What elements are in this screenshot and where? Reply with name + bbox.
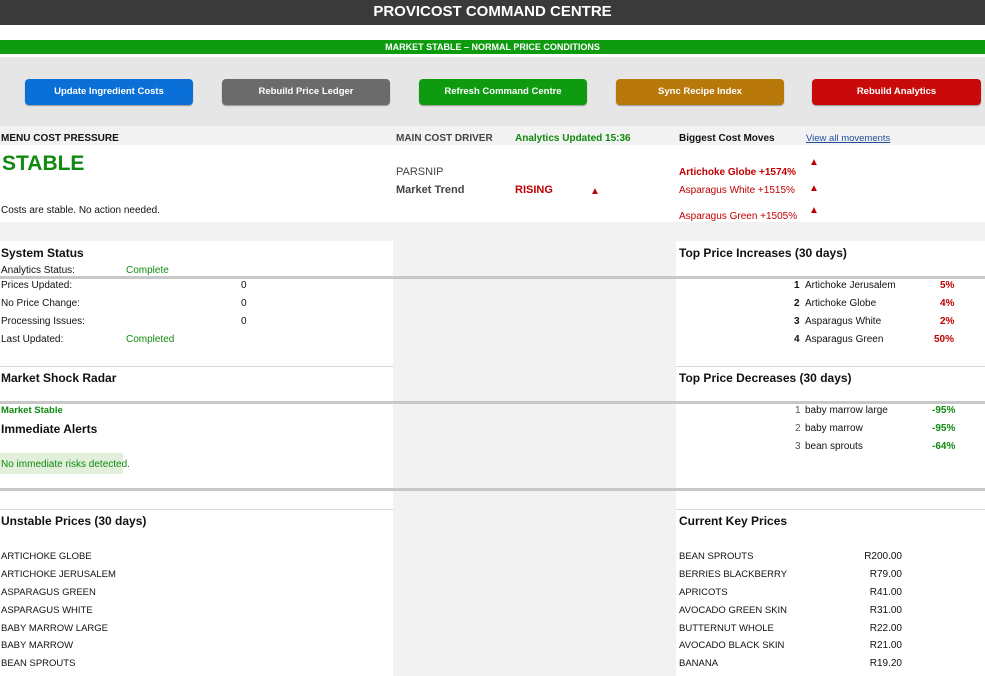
market-status-banner: MARKET STABLE – NORMAL PRICE CONDITIONS [0, 40, 985, 54]
price-value: R22.00 [869, 623, 902, 634]
trend-up-icon: ▲ [590, 186, 600, 197]
price-item-name: BANANA [679, 658, 719, 669]
status-label: No Price Change: [1, 298, 80, 309]
pct-change: -95% [932, 405, 956, 416]
refresh-command-centre-button[interactable]: Refresh Command Centre [419, 79, 587, 105]
status-label: Prices Updated: [1, 280, 73, 291]
price-item-name: APRICOTS [679, 587, 728, 598]
market-shock-radar-header: Market Shock Radar [1, 371, 117, 385]
price-item-name: AVOCADO BLACK SKIN [679, 640, 785, 651]
market-trend-value: RISING [515, 184, 553, 196]
list-item: ASPARAGUS GREEN [1, 587, 96, 598]
system-status-header: System Status [1, 246, 84, 260]
menu-cost-pressure-header: MENU COST PRESSURE [1, 133, 119, 144]
pressure-value: STABLE [2, 152, 85, 175]
list-item: ARTICHOKE GLOBE [1, 551, 92, 562]
top-increases-header: Top Price Increases (30 days) [679, 246, 847, 260]
up-arrow-icon: ▲ [809, 205, 819, 216]
analytics-updated-text: Analytics Updated 15:36 [515, 133, 631, 144]
cost-move-item: Asparagus Green +1505% [679, 211, 798, 222]
divider [0, 366, 393, 367]
ingredient-name: Artichoke Globe [805, 298, 877, 309]
cost-move-item: Artichoke Globe +1574% [679, 167, 796, 178]
ingredient-name: Artichoke Jerusalem [805, 280, 896, 291]
center-gray-column [393, 241, 676, 676]
pressure-note: Costs are stable. No action needed. [1, 205, 160, 216]
status-label: Last Updated: [1, 334, 64, 345]
rebuild-price-ledger-button[interactable]: Rebuild Price Ledger [222, 79, 390, 105]
status-value: 0 [241, 316, 247, 327]
divider [676, 366, 985, 367]
current-key-prices-header: Current Key Prices [679, 514, 788, 528]
rank: 2 [794, 298, 800, 309]
pct-change: 50% [934, 334, 955, 345]
ingredient-name: Asparagus Green [805, 334, 884, 345]
market-trend-label: Market Trend [396, 184, 465, 196]
top-decreases-header: Top Price Decreases (30 days) [679, 371, 852, 385]
up-arrow-icon: ▲ [809, 183, 819, 194]
divider [676, 509, 985, 510]
status-value: 0 [241, 298, 247, 309]
status-label: Processing Issues: [1, 316, 85, 327]
up-arrow-icon: ▲ [809, 157, 819, 168]
immediate-alerts-header: Immediate Alerts [1, 422, 98, 436]
rebuild-analytics-button[interactable]: Rebuild Analytics [812, 79, 981, 105]
pct-change: 4% [940, 298, 955, 309]
status-value: Completed [126, 334, 175, 345]
price-item-name: BUTTERNUT WHOLE [679, 623, 774, 634]
status-value: Complete [126, 265, 169, 276]
divider [0, 276, 985, 279]
ingredient-name: baby marrow [805, 423, 863, 434]
main-cost-driver-header: MAIN COST DRIVER [396, 133, 493, 144]
divider [0, 401, 985, 404]
driver-item: PARSNIP [396, 166, 444, 178]
price-item-name: BERRIES BLACKBERRY [679, 569, 788, 580]
list-item: BABY MARROW [1, 640, 74, 651]
pct-change: 2% [940, 316, 955, 327]
app-title: PROVICOST COMMAND CENTRE [0, 0, 985, 25]
sync-recipe-index-button[interactable]: Sync Recipe Index [616, 79, 784, 105]
rank: 4 [794, 334, 800, 345]
radar-status: Market Stable [1, 405, 63, 416]
rank: 1 [794, 280, 800, 291]
rank: 1 [795, 405, 801, 416]
price-value: R79.00 [869, 569, 902, 580]
status-label: Analytics Status: [1, 265, 75, 276]
list-item: BEAN SPROUTS [1, 658, 76, 669]
ingredient-name: bean sprouts [805, 441, 863, 452]
ingredient-name: Asparagus White [805, 316, 882, 327]
price-value: R31.00 [869, 605, 902, 616]
rank: 3 [794, 316, 800, 327]
rank: 2 [795, 423, 801, 434]
pct-change: -95% [932, 423, 956, 434]
biggest-cost-moves-header: Biggest Cost Moves [679, 133, 775, 144]
list-item: ARTICHOKE JERUSALEM [1, 569, 116, 580]
cost-move-item: Asparagus White +1515% [679, 185, 795, 196]
update-ingredient-costs-button[interactable]: Update Ingredient Costs [25, 79, 193, 105]
price-item-name: BEAN SPROUTS [679, 551, 754, 562]
price-value: R41.00 [869, 587, 902, 598]
status-value: 0 [241, 280, 247, 291]
rank: 3 [795, 441, 801, 452]
ingredient-name: baby marrow large [805, 405, 888, 416]
price-item-name: AVOCADO GREEN SKIN [679, 605, 788, 616]
list-item: ASPARAGUS WHITE [1, 605, 93, 616]
price-value: R21.00 [869, 640, 902, 651]
price-value: R200.00 [864, 551, 902, 562]
divider [0, 509, 393, 510]
alerts-text: No immediate risks detected. [1, 459, 130, 470]
view-all-movements-link[interactable]: View all movements [806, 133, 890, 144]
pct-change: 5% [940, 280, 955, 291]
price-value: R19.20 [869, 658, 902, 669]
pct-change: -64% [932, 441, 956, 452]
divider [0, 488, 985, 491]
unstable-prices-header: Unstable Prices (30 days) [1, 514, 147, 528]
list-item: BABY MARROW LARGE [1, 623, 108, 634]
summary-footer-band [0, 222, 985, 241]
